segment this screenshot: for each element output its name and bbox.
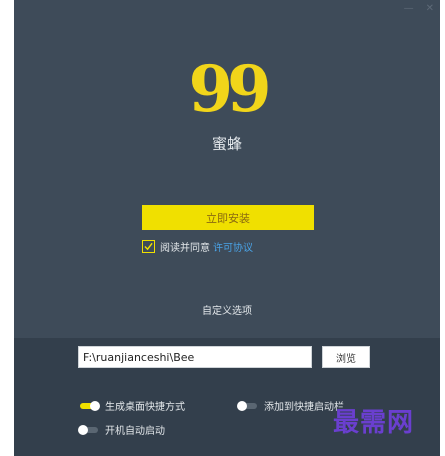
options-panel: 浏览 生成桌面快捷方式 添加到快捷启动栏 开机自动启动	[14, 338, 440, 456]
option-desktop-shortcut[interactable]: 生成桌面快捷方式	[80, 398, 185, 413]
agreement-row: 阅读并同意 许可协议	[142, 239, 253, 254]
option-label: 开机自动启动	[105, 426, 165, 437]
installer-window: — ✕ 99 蜜蜂 立即安装 阅读并同意 许可协议 自定义选项 浏览 生成桌面快…	[14, 0, 440, 456]
install-now-button[interactable]: 立即安装	[142, 205, 314, 230]
license-link[interactable]: 许可协议	[213, 239, 253, 254]
browse-button[interactable]: 浏览	[322, 346, 370, 368]
install-path-input[interactable]	[78, 346, 312, 368]
option-label: 添加到快捷启动栏	[264, 402, 344, 413]
option-label: 生成桌面快捷方式	[105, 402, 185, 413]
option-autostart[interactable]: 开机自动启动	[78, 422, 165, 437]
close-button[interactable]: ✕	[426, 2, 434, 16]
autostart-toggle[interactable]	[78, 424, 98, 435]
watermark-logo: 最需网	[333, 408, 415, 438]
checkmark-icon	[144, 242, 153, 251]
option-quick-launch[interactable]: 添加到快捷启动栏	[237, 398, 344, 413]
custom-options-toggle[interactable]: 自定义选项	[14, 302, 440, 317]
agree-checkbox[interactable]	[142, 240, 155, 253]
app-name: 蜜蜂	[211, 135, 242, 153]
agree-text: 阅读并同意	[160, 243, 210, 254]
window-controls: — ✕	[404, 2, 434, 16]
quote-logo-icon: 99	[188, 52, 271, 127]
quick-launch-toggle[interactable]	[237, 400, 257, 411]
minimize-button[interactable]: —	[404, 2, 414, 16]
desktop-shortcut-toggle[interactable]	[80, 400, 100, 411]
